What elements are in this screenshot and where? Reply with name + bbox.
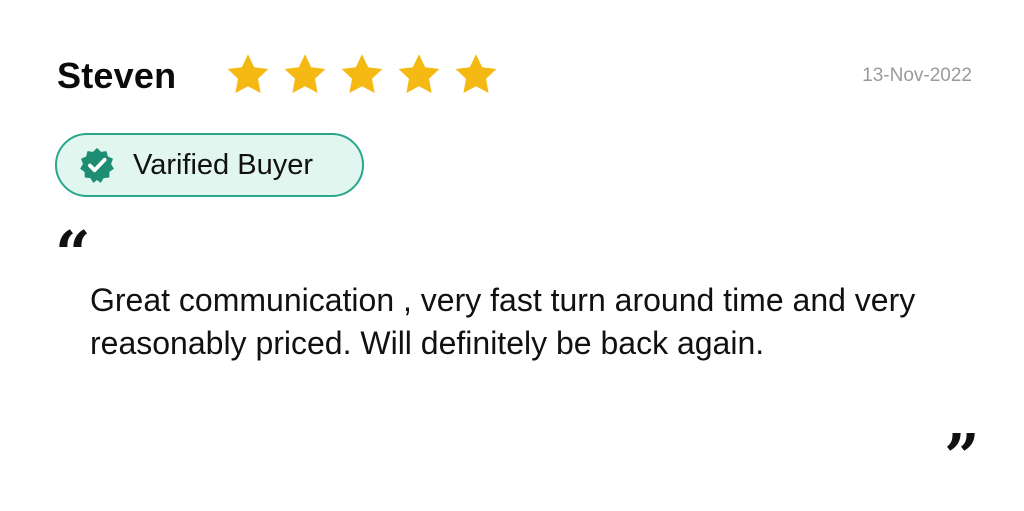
review-card: Steven 13-Nov-2022 Varified Buyer “ Grea… [0, 0, 1024, 511]
star-icon [227, 54, 269, 93]
verified-buyer-badge: Varified Buyer [55, 133, 364, 197]
rating-stars [224, 51, 500, 99]
review-date: 13-Nov-2022 [862, 65, 972, 86]
star-icon [398, 54, 440, 93]
review-text: Great communication , very fast turn aro… [90, 282, 916, 361]
star-icon [455, 54, 497, 93]
star-icon [284, 54, 326, 93]
closing-quote-mark: ” [944, 420, 980, 493]
verified-check-icon [80, 147, 114, 183]
review-header: Steven 13-Nov-2022 [57, 50, 972, 102]
reviewer-name: Steven [57, 55, 177, 96]
opening-quote-mark: “ [55, 217, 91, 290]
verified-buyer-label: Varified Buyer [133, 149, 313, 181]
star-icon [341, 54, 383, 93]
